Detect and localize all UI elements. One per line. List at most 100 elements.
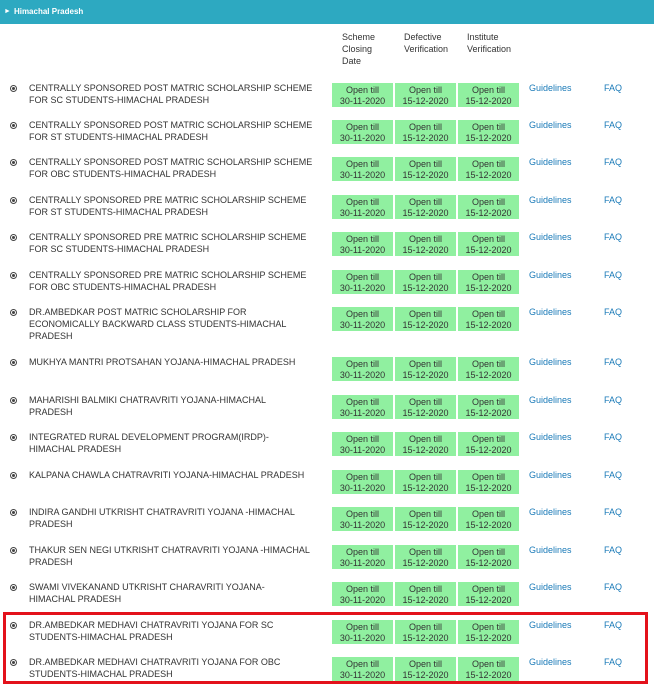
closing-date-cell-line: Open till bbox=[345, 272, 380, 282]
institute-verification-cell-line: Open till bbox=[471, 584, 506, 594]
institute-verification-cell-line: Open till bbox=[471, 397, 506, 407]
scheme-name-line: PRADESH bbox=[29, 407, 73, 417]
institute-verification-cell-line: Open till bbox=[471, 509, 506, 519]
column-header-line: Verification bbox=[404, 44, 449, 54]
column-header-defective-verification: Defective Verification bbox=[404, 31, 448, 55]
scheme-name-line: INTEGRATED RURAL DEVELOPMENT PROGRAM(IRD… bbox=[29, 432, 269, 442]
institute-verification-cell: Open till 15-12-2020 bbox=[458, 83, 519, 107]
defective-verification-cell: Open till 15-12-2020 bbox=[395, 582, 456, 606]
defective-verification-cell-line: Open till bbox=[408, 234, 443, 244]
scheme-name: INDIRA GANDHI UTKRISHT CHATRAVRITI YOJAN… bbox=[29, 506, 325, 530]
guidelines-link[interactable]: Guidelines bbox=[529, 431, 572, 443]
closing-date-cell-line: Open till bbox=[345, 509, 380, 519]
institute-verification-cell: Open till 15-12-2020 bbox=[458, 357, 519, 381]
institute-verification-cell: Open till 15-12-2020 bbox=[458, 507, 519, 531]
scheme-name: KALPANA CHAWLA CHATRAVRITI YOJANA-HIMACH… bbox=[29, 469, 325, 481]
scheme-radio[interactable] bbox=[10, 584, 17, 591]
scheme-radio[interactable] bbox=[10, 472, 17, 479]
scheme-name: SWAMI VIVEKANAND UTKRISHT CHARAVRITI YOJ… bbox=[29, 581, 325, 605]
institute-verification-cell-line: Open till bbox=[471, 359, 506, 369]
defective-verification-cell: Open till 15-12-2020 bbox=[395, 507, 456, 531]
guidelines-link[interactable]: Guidelines bbox=[529, 356, 572, 368]
scheme-radio[interactable] bbox=[10, 547, 17, 554]
scheme-radio[interactable] bbox=[10, 197, 17, 204]
faq-link[interactable]: FAQ bbox=[604, 194, 622, 206]
faq-link[interactable]: FAQ bbox=[604, 356, 622, 368]
scheme-radio[interactable] bbox=[10, 85, 17, 92]
defective-verification-cell-line: Open till bbox=[408, 272, 443, 282]
scheme-radio[interactable] bbox=[10, 272, 17, 279]
guidelines-link[interactable]: Guidelines bbox=[529, 194, 572, 206]
guidelines-link[interactable]: Guidelines bbox=[529, 82, 572, 94]
defective-verification-cell: Open till 15-12-2020 bbox=[395, 432, 456, 456]
closing-date-cell: Open till 30-11-2020 bbox=[332, 507, 393, 531]
institute-verification-cell-line: 15-12-2020 bbox=[465, 445, 512, 455]
faq-link[interactable]: FAQ bbox=[604, 469, 622, 481]
scheme-radio[interactable] bbox=[10, 309, 17, 316]
scheme-name-line: CENTRALLY SPONSORED PRE MATRIC SCHOLARSH… bbox=[29, 232, 307, 242]
highlight-box bbox=[3, 612, 648, 684]
scheme-name: MAHARISHI BALMIKI CHATRAVRITI YOJANA-HIM… bbox=[29, 394, 325, 418]
column-header-line: Date bbox=[342, 56, 362, 66]
closing-date-cell: Open till 30-11-2020 bbox=[332, 307, 393, 331]
defective-verification-cell-line: 15-12-2020 bbox=[402, 208, 449, 218]
closing-date-cell-line: Open till bbox=[345, 159, 380, 169]
guidelines-link[interactable]: Guidelines bbox=[529, 581, 572, 593]
guidelines-link[interactable]: Guidelines bbox=[529, 544, 572, 556]
institute-verification-cell: Open till 15-12-2020 bbox=[458, 307, 519, 331]
scheme-name-line: FOR ST STUDENTS-HIMACHAL PRADESH bbox=[29, 132, 209, 142]
guidelines-link[interactable]: Guidelines bbox=[529, 231, 572, 243]
institute-verification-cell: Open till 15-12-2020 bbox=[458, 157, 519, 181]
faq-link[interactable]: FAQ bbox=[604, 394, 622, 406]
scheme-name-line: FOR OBC STUDENTS-HIMACHAL PRADESH bbox=[29, 169, 217, 179]
scheme-radio[interactable] bbox=[10, 397, 17, 404]
scheme-name-line: CENTRALLY SPONSORED POST MATRIC SCHOLARS… bbox=[29, 157, 313, 167]
faq-link[interactable]: FAQ bbox=[604, 544, 622, 556]
guidelines-link[interactable]: Guidelines bbox=[529, 269, 572, 281]
defective-verification-cell-line: Open till bbox=[408, 509, 443, 519]
scheme-radio[interactable] bbox=[10, 234, 17, 241]
closing-date-cell-line: Open till bbox=[345, 359, 380, 369]
closing-date-cell-line: Open till bbox=[345, 472, 380, 482]
guidelines-link[interactable]: Guidelines bbox=[529, 469, 572, 481]
defective-verification-cell: Open till 15-12-2020 bbox=[395, 470, 456, 494]
faq-link[interactable]: FAQ bbox=[604, 119, 622, 131]
column-header-line: Defective bbox=[404, 32, 442, 42]
closing-date-cell: Open till 30-11-2020 bbox=[332, 545, 393, 569]
guidelines-link[interactable]: Guidelines bbox=[529, 119, 572, 131]
defective-verification-cell: Open till 15-12-2020 bbox=[395, 545, 456, 569]
institute-verification-cell-line: 15-12-2020 bbox=[465, 595, 512, 605]
scheme-radio[interactable] bbox=[10, 122, 17, 129]
closing-date-cell-line: 30-11-2020 bbox=[339, 208, 386, 218]
guidelines-link[interactable]: Guidelines bbox=[529, 156, 572, 168]
faq-link[interactable]: FAQ bbox=[604, 506, 622, 518]
institute-verification-cell: Open till 15-12-2020 bbox=[458, 270, 519, 294]
faq-link[interactable]: FAQ bbox=[604, 431, 622, 443]
scheme-radio[interactable] bbox=[10, 434, 17, 441]
defective-verification-cell-line: 15-12-2020 bbox=[402, 283, 449, 293]
faq-link[interactable]: FAQ bbox=[604, 581, 622, 593]
scheme-radio[interactable] bbox=[10, 159, 17, 166]
scheme-radio[interactable] bbox=[10, 359, 17, 366]
faq-link[interactable]: FAQ bbox=[604, 269, 622, 281]
institute-verification-cell-line: Open till bbox=[471, 197, 506, 207]
faq-link[interactable]: FAQ bbox=[604, 306, 622, 318]
guidelines-link[interactable]: Guidelines bbox=[529, 506, 572, 518]
closing-date-cell-line: Open till bbox=[345, 584, 380, 594]
guidelines-link[interactable]: Guidelines bbox=[529, 306, 572, 318]
closing-date-cell-line: 30-11-2020 bbox=[339, 133, 386, 143]
guidelines-link[interactable]: Guidelines bbox=[529, 394, 572, 406]
closing-date-cell-line: 30-11-2020 bbox=[339, 483, 386, 493]
faq-link[interactable]: FAQ bbox=[604, 156, 622, 168]
scheme-radio[interactable] bbox=[10, 509, 17, 516]
defective-verification-cell-line: 15-12-2020 bbox=[402, 445, 449, 455]
faq-link[interactable]: FAQ bbox=[604, 82, 622, 94]
scheme-row: KALPANA CHAWLA CHATRAVRITI YOJANA-HIMACH… bbox=[0, 469, 654, 505]
state-header[interactable]: ► Himachal Pradesh bbox=[0, 0, 654, 24]
institute-verification-cell: Open till 15-12-2020 bbox=[458, 432, 519, 456]
closing-date-cell: Open till 30-11-2020 bbox=[332, 83, 393, 107]
faq-link[interactable]: FAQ bbox=[604, 231, 622, 243]
closing-date-cell-line: 30-11-2020 bbox=[339, 320, 386, 330]
institute-verification-cell: Open till 15-12-2020 bbox=[458, 395, 519, 419]
defective-verification-cell-line: Open till bbox=[408, 309, 443, 319]
